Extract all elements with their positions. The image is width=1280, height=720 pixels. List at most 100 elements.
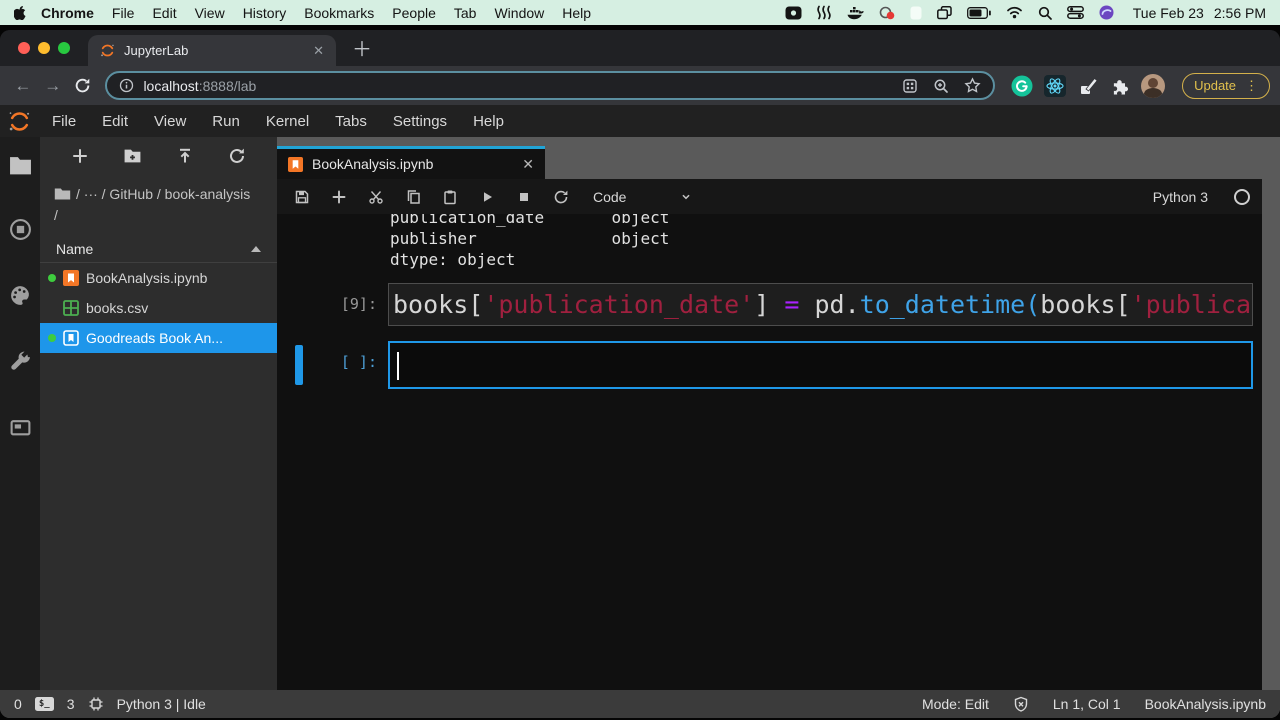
file-list-header[interactable]: Name xyxy=(40,235,277,263)
chrome-menu-kebab-icon[interactable]: ⋮ xyxy=(1245,78,1258,94)
file-browser-icon[interactable] xyxy=(9,155,32,175)
react-devtools-icon[interactable] xyxy=(1044,75,1066,97)
notebook-tab[interactable]: BookAnalysis.ipynb ✕ xyxy=(277,146,545,179)
file-row-selected[interactable]: Goodreads Book An... xyxy=(40,323,277,353)
jlab-menu-run[interactable]: Run xyxy=(199,113,253,130)
menubar-date[interactable]: Tue Feb 23 xyxy=(1133,5,1204,21)
wifi-icon[interactable] xyxy=(1006,6,1023,19)
grammarly-extension-icon[interactable] xyxy=(1011,75,1033,97)
macos-menu-bookmarks[interactable]: Bookmarks xyxy=(295,5,383,21)
annotate-extension-icon[interactable] xyxy=(1077,75,1099,97)
site-info-icon[interactable] xyxy=(119,78,134,93)
code-cell[interactable]: [9]: books['publication_date'] = pd.to_d… xyxy=(277,283,1262,326)
assistant-icon[interactable] xyxy=(1099,5,1114,20)
tab-groups-icon[interactable] xyxy=(902,78,918,94)
zoom-page-icon[interactable] xyxy=(933,78,949,94)
breadcrumb[interactable]: / ··· / GitHub / book-analysis / xyxy=(40,175,265,228)
screen-record-icon[interactable] xyxy=(879,6,895,20)
property-inspector-wrench-icon[interactable] xyxy=(9,350,32,373)
steam-icon[interactable] xyxy=(817,5,831,20)
macos-menu-window[interactable]: Window xyxy=(485,5,553,21)
close-window-button[interactable] xyxy=(18,42,30,54)
jlab-menu-tabs[interactable]: Tabs xyxy=(322,113,380,130)
jlab-menu-help[interactable]: Help xyxy=(460,113,517,130)
menubar-time[interactable]: 2:56 PM xyxy=(1214,5,1266,21)
back-icon[interactable]: ← xyxy=(10,76,36,96)
macos-menu-people[interactable]: People xyxy=(383,5,445,21)
notebook-tab-close-icon[interactable]: ✕ xyxy=(522,156,534,173)
open-tabs-icon[interactable] xyxy=(9,416,32,439)
jlab-menu-settings[interactable]: Settings xyxy=(380,113,460,130)
kernel-name[interactable]: Python 3 xyxy=(1153,189,1208,205)
apple-icon[interactable] xyxy=(14,5,27,20)
notebook-file-icon xyxy=(63,270,79,286)
sort-ascending-icon[interactable] xyxy=(251,246,261,252)
command-palette-icon[interactable] xyxy=(9,284,32,307)
cursor-position[interactable]: Ln 1, Col 1 xyxy=(1053,696,1121,712)
update-button[interactable]: Update ⋮ xyxy=(1182,73,1270,99)
jlab-menu-view[interactable]: View xyxy=(141,113,199,130)
control-center-icon[interactable] xyxy=(1067,6,1084,19)
new-folder-icon[interactable] xyxy=(123,147,142,165)
interrupt-kernel-button[interactable] xyxy=(505,179,542,214)
name-column-header[interactable]: Name xyxy=(56,241,93,257)
macos-menu-tab[interactable]: Tab xyxy=(445,5,486,21)
notebook-content[interactable]: publication_date object publisher object… xyxy=(277,214,1262,690)
cut-cells-button[interactable] xyxy=(357,179,394,214)
windows-copy-icon[interactable] xyxy=(937,6,952,20)
overlay-app-icon[interactable] xyxy=(910,6,922,20)
breadcrumb-path[interactable]: / ··· / GitHub / book-analysis / xyxy=(54,186,250,223)
macos-menu-file[interactable]: File xyxy=(103,5,144,21)
file-row[interactable]: books.csv xyxy=(40,293,277,323)
breadcrumb-folder-icon[interactable] xyxy=(54,187,71,201)
terminals-count[interactable]: 0 xyxy=(14,696,22,712)
battery-icon[interactable] xyxy=(967,7,991,19)
zoom-window-button[interactable] xyxy=(58,42,70,54)
running-sessions-icon[interactable] xyxy=(9,218,32,241)
macos-menu-view[interactable]: View xyxy=(186,5,234,21)
add-cell-button[interactable] xyxy=(320,179,357,214)
spotlight-search-icon[interactable] xyxy=(1038,6,1052,20)
browser-tab[interactable]: JupyterLab ✕ xyxy=(88,35,336,66)
jlab-menu-edit[interactable]: Edit xyxy=(89,113,141,130)
cell-type-dropdown[interactable]: Code xyxy=(593,189,693,205)
statusbar-filename[interactable]: BookAnalysis.ipynb xyxy=(1145,696,1266,712)
new-launcher-icon[interactable] xyxy=(71,147,89,165)
code-editor[interactable]: books['publication_date'] = pd.to_dateti… xyxy=(388,283,1253,326)
active-code-editor[interactable] xyxy=(388,341,1253,389)
address-bar[interactable]: localhost:8888/lab xyxy=(105,71,995,100)
jlab-menu-file[interactable]: File xyxy=(39,113,89,130)
bookmark-star-icon[interactable] xyxy=(964,77,981,94)
minimize-window-button[interactable] xyxy=(38,42,50,54)
copy-cells-button[interactable] xyxy=(394,179,431,214)
cell-collapser[interactable] xyxy=(295,345,303,385)
kernel-sessions-count[interactable]: 3 xyxy=(67,696,75,712)
restart-kernel-button[interactable] xyxy=(542,179,579,214)
update-label: Update xyxy=(1194,78,1236,93)
macos-menu-edit[interactable]: Edit xyxy=(143,5,185,21)
tab-close-icon[interactable]: ✕ xyxy=(313,43,324,59)
macos-menu-help[interactable]: Help xyxy=(553,5,600,21)
save-button[interactable] xyxy=(283,179,320,214)
refresh-file-list-icon[interactable] xyxy=(228,147,246,165)
forward-icon[interactable]: → xyxy=(40,76,66,96)
run-cell-button[interactable] xyxy=(468,179,505,214)
upload-icon[interactable] xyxy=(176,147,194,165)
reload-icon[interactable] xyxy=(70,77,96,94)
code-token-operator: = xyxy=(784,290,799,319)
camera-app-icon[interactable] xyxy=(785,6,802,20)
paste-cells-button[interactable] xyxy=(431,179,468,214)
extensions-puzzle-icon[interactable] xyxy=(1110,76,1130,96)
new-tab-button[interactable]: ＋ xyxy=(352,40,372,60)
jlab-menu-kernel[interactable]: Kernel xyxy=(253,113,322,130)
docker-icon[interactable] xyxy=(846,6,864,20)
active-code-cell[interactable]: [ ]: xyxy=(277,341,1262,389)
active-app-name[interactable]: Chrome xyxy=(41,5,94,21)
file-row[interactable]: BookAnalysis.ipynb xyxy=(40,263,277,293)
jupyter-favicon xyxy=(100,43,115,58)
profile-avatar[interactable] xyxy=(1141,74,1165,98)
kernel-status-text[interactable]: Python 3 | Idle xyxy=(117,696,206,712)
macos-menu-history[interactable]: History xyxy=(234,5,296,21)
kernel-status-icon[interactable] xyxy=(1234,189,1250,205)
notebook-mode[interactable]: Mode: Edit xyxy=(922,696,989,712)
